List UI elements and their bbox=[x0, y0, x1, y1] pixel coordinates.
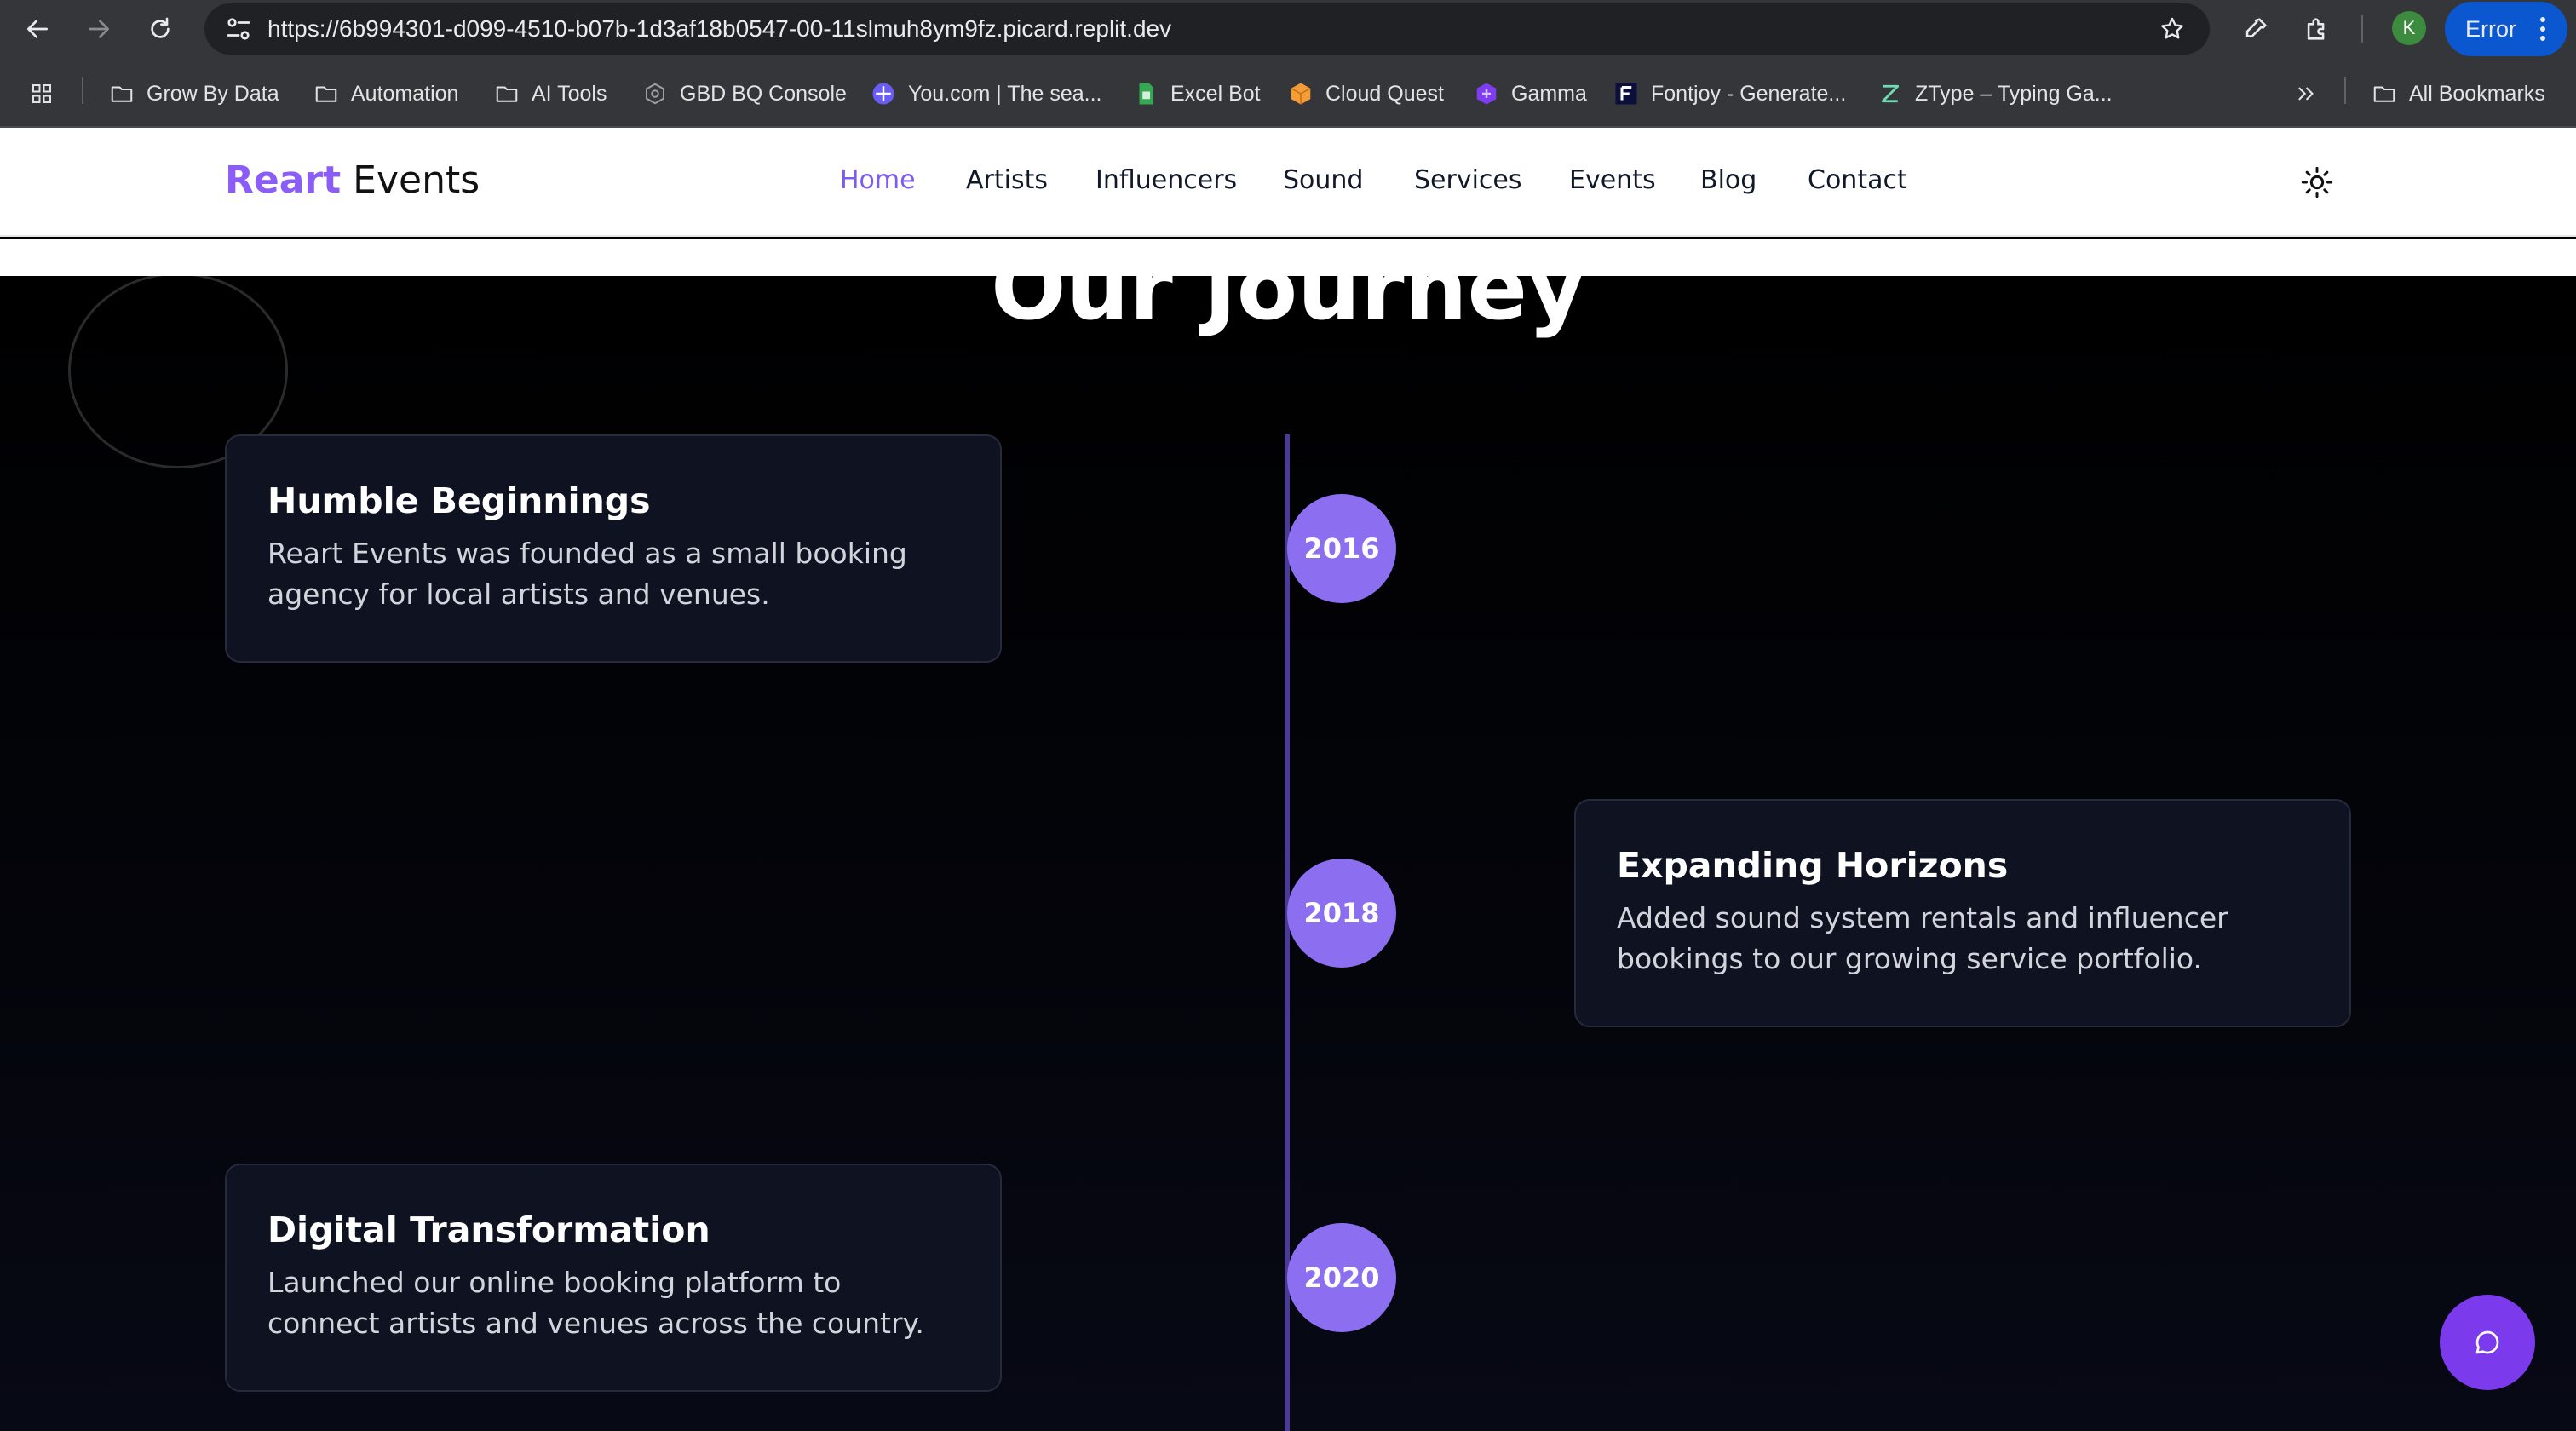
nav-influencers[interactable]: Influencers bbox=[1095, 165, 1237, 195]
arrow-left-icon bbox=[27, 20, 48, 38]
browser-toolbar: https://6b994301-d099-4510-b07b-1d3af18b… bbox=[0, 0, 2576, 58]
bookmark-ztype[interactable]: ZType – Typing Ga... bbox=[1877, 77, 2113, 111]
puzzle-icon bbox=[2307, 18, 2325, 40]
milestone-title: Expanding Horizons bbox=[1617, 845, 2009, 886]
folder-icon bbox=[2373, 86, 2395, 102]
nav-events[interactable]: Events bbox=[1569, 165, 1656, 195]
folder-icon bbox=[111, 86, 133, 102]
bigquery-icon bbox=[646, 83, 664, 105]
bookmark-label: Grow By Data bbox=[147, 81, 279, 106]
bookmark-label: AI Tools bbox=[532, 81, 607, 106]
year-badge: 2016 bbox=[1287, 494, 1396, 603]
bookmarks-divider bbox=[82, 77, 83, 104]
bookmark-excel-bot[interactable]: Excel Bot bbox=[1133, 77, 1261, 111]
nav-services[interactable]: Services bbox=[1414, 165, 1522, 195]
bookmark-label: You.com | The sea... bbox=[908, 81, 1102, 106]
logo-rest: Events bbox=[353, 158, 480, 202]
logo-brand: Reart bbox=[225, 158, 342, 202]
sheet-icon bbox=[1139, 83, 1153, 105]
bookmark-gamma[interactable]: Gamma bbox=[1474, 77, 1587, 111]
url-text[interactable]: https://6b994301-d099-4510-b07b-1d3af18b… bbox=[267, 3, 1171, 55]
more-vert-icon bbox=[2540, 17, 2545, 41]
all-bookmarks-label: All Bookmarks bbox=[2409, 81, 2545, 106]
apps-button[interactable] bbox=[29, 77, 66, 111]
nav-home[interactable]: Home bbox=[840, 165, 916, 195]
journey-title: Our Journey bbox=[991, 276, 1585, 340]
milestone-card: Humble Beginnings Reart Events was found… bbox=[225, 434, 1002, 663]
toolbar-divider bbox=[2361, 15, 2363, 43]
chat-button[interactable] bbox=[2440, 1295, 2535, 1390]
year-badge: 2020 bbox=[1287, 1223, 1396, 1332]
folder-icon bbox=[496, 86, 518, 102]
gamma-icon bbox=[1476, 83, 1497, 105]
profile-error-button[interactable]: Error bbox=[2445, 2, 2567, 56]
bookmarks-overflow-button[interactable] bbox=[2293, 77, 2331, 111]
bookmarks-bar: Grow By Data Automation AI Tools GBD BQ … bbox=[0, 58, 2576, 128]
bookmark-automation[interactable]: Automation bbox=[313, 77, 458, 111]
cube-icon bbox=[1291, 83, 1311, 105]
folder-icon bbox=[315, 86, 337, 102]
double-chevron-right-icon bbox=[2298, 87, 2314, 101]
nav-artists[interactable]: Artists bbox=[966, 165, 1048, 195]
site-settings-icon[interactable] bbox=[223, 14, 254, 44]
milestone-card: Expanding Horizons Added sound system re… bbox=[1574, 799, 2351, 1027]
arrow-right-icon bbox=[89, 20, 109, 38]
reload-button[interactable] bbox=[141, 10, 179, 48]
nav-blog[interactable]: Blog bbox=[1700, 165, 1757, 195]
bookmark-label: Cloud Quest bbox=[1325, 81, 1444, 106]
milestone-card: Digital Transformation Launched our onli… bbox=[225, 1164, 1002, 1392]
extensions-button[interactable] bbox=[2300, 12, 2334, 46]
ztype-icon bbox=[1881, 84, 1900, 103]
bookmark-label: ZType – Typing Ga... bbox=[1915, 81, 2113, 106]
site-logo[interactable]: Reart Events bbox=[225, 158, 480, 202]
bookmark-grow-by-data[interactable]: Grow By Data bbox=[109, 77, 279, 111]
bookmark-youcom[interactable]: You.com | The sea... bbox=[871, 77, 1101, 111]
bookmarks-divider bbox=[2344, 77, 2346, 104]
nav-sound[interactable]: Sound bbox=[1283, 165, 1363, 195]
milestone-text: Reart Events was founded as a small book… bbox=[267, 537, 907, 611]
bookmark-cloud-quest[interactable]: Cloud Quest bbox=[1288, 77, 1444, 111]
page-white-strip bbox=[0, 238, 2576, 276]
chat-bubble-icon bbox=[2475, 1330, 2499, 1354]
back-button[interactable] bbox=[19, 10, 56, 48]
fontjoy-icon bbox=[1615, 83, 1637, 105]
bookmark-ai-tools[interactable]: AI Tools bbox=[494, 77, 607, 111]
nav-contact[interactable]: Contact bbox=[1808, 165, 1907, 195]
milestone-text: Added sound system rentals and influence… bbox=[1617, 901, 2228, 975]
journey-section: Our Journey Humble Beginnings Reart Even… bbox=[0, 276, 2576, 1431]
address-bar[interactable]: https://6b994301-d099-4510-b07b-1d3af18b… bbox=[204, 3, 2210, 55]
bookmark-label: Fontjoy - Generate... bbox=[1651, 81, 1847, 106]
bookmark-label: Gamma bbox=[1511, 81, 1587, 106]
bookmark-fontjoy[interactable]: Fontjoy - Generate... bbox=[1613, 77, 1846, 111]
reload-icon bbox=[151, 17, 170, 38]
youcom-icon bbox=[872, 83, 894, 105]
milestone-title: Humble Beginnings bbox=[267, 480, 651, 521]
bookmark-star-icon[interactable] bbox=[2159, 15, 2186, 43]
bookmark-label: Excel Bot bbox=[1170, 81, 1261, 106]
year-badge: 2018 bbox=[1287, 859, 1396, 968]
milestone-text: Launched our online booking platform to … bbox=[267, 1266, 924, 1340]
eyedropper-icon bbox=[2245, 18, 2267, 37]
bookmark-gbd-bq-console[interactable]: GBD BQ Console bbox=[642, 77, 847, 111]
apps-grid-icon bbox=[32, 84, 51, 103]
error-label: Error bbox=[2465, 15, 2516, 42]
bookmark-label: Automation bbox=[351, 81, 459, 106]
bookmark-label: GBD BQ Console bbox=[680, 81, 847, 106]
milestone-title: Digital Transformation bbox=[267, 1210, 710, 1250]
forward-button[interactable] bbox=[80, 10, 118, 48]
all-bookmarks-button[interactable]: All Bookmarks bbox=[2372, 77, 2545, 111]
site-header: Reart Events Home Artists Influencers So… bbox=[0, 128, 2576, 237]
eyedropper-extension[interactable] bbox=[2239, 12, 2273, 46]
profile-avatar[interactable]: K bbox=[2392, 11, 2426, 45]
sun-icon[interactable] bbox=[2300, 165, 2334, 199]
